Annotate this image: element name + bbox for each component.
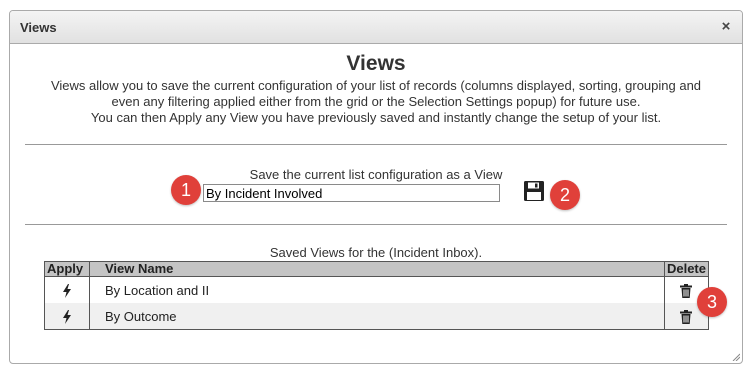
- annotation-badge-3: 3: [697, 287, 727, 317]
- apply-cell: [44, 276, 90, 303]
- divider: [25, 144, 727, 145]
- intro-line: even any filtering applied either from t…: [111, 94, 641, 109]
- table-row: By Location and II: [44, 276, 710, 303]
- annotation-badge-2: 2: [550, 180, 580, 210]
- view-name-input[interactable]: [203, 184, 500, 202]
- dialog-titlebar[interactable]: Views ×: [10, 11, 742, 44]
- column-header-delete: Delete: [663, 261, 710, 277]
- table-header-row: Apply View Name Delete: [44, 261, 710, 277]
- annotation-badge-1: 1: [171, 175, 201, 205]
- column-header-view-name: View Name: [89, 261, 665, 277]
- trash-icon[interactable]: [680, 283, 693, 298]
- view-name-cell: By Location and II: [89, 276, 665, 303]
- resize-grip-icon[interactable]: [732, 353, 740, 361]
- views-dialog: Views × Views Views allow you to save th…: [9, 10, 743, 364]
- intro-line: Views allow you to save the current conf…: [50, 78, 702, 93]
- trash-icon[interactable]: [680, 309, 693, 324]
- divider: [25, 224, 727, 225]
- lightning-bolt-icon[interactable]: [62, 283, 72, 298]
- saved-views-label: Saved Views for the (Incident Inbox).: [269, 245, 483, 260]
- intro-text: Views allow you to save the current conf…: [10, 78, 742, 126]
- page-title: Views: [346, 52, 406, 75]
- save-view-label: Save the current list configuration as a…: [249, 167, 503, 182]
- view-name-cell: By Outcome: [89, 303, 665, 330]
- table-row: By Outcome: [44, 303, 710, 330]
- lightning-bolt-icon[interactable]: [62, 309, 72, 324]
- saved-views-table: Apply View Name Delete By Location and I…: [44, 261, 710, 330]
- column-header-apply: Apply: [44, 261, 90, 277]
- intro-line: You can then Apply any View you have pre…: [90, 110, 662, 125]
- dialog-title: Views: [20, 20, 57, 35]
- floppy-disk-icon[interactable]: [523, 180, 545, 202]
- apply-cell: [44, 303, 90, 330]
- close-icon[interactable]: ×: [717, 18, 735, 36]
